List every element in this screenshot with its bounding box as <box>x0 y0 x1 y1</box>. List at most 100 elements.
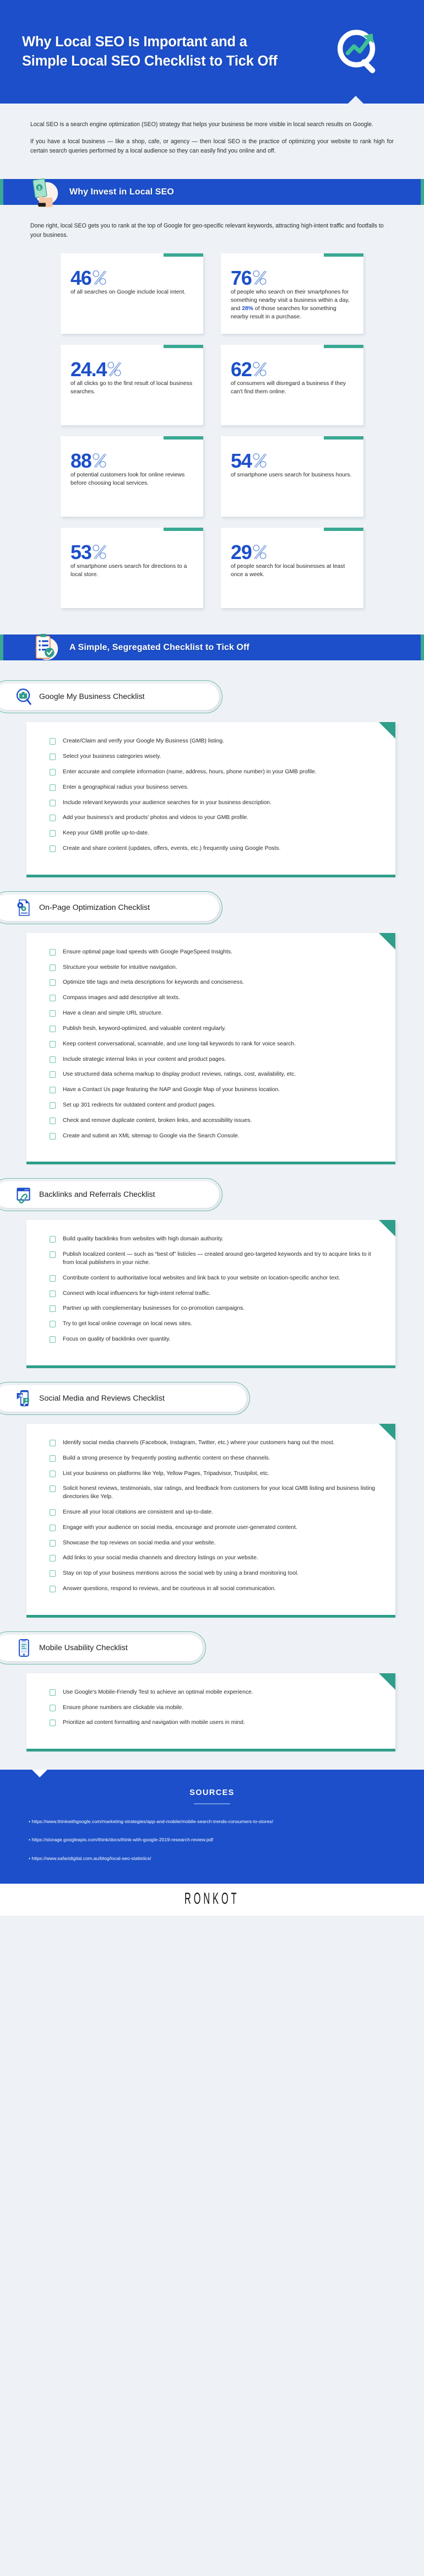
checkbox-icon[interactable] <box>50 1236 56 1243</box>
checklist-item[interactable]: Answer questions, respond to reviews, an… <box>50 1585 377 1593</box>
checkbox-icon[interactable] <box>50 979 56 986</box>
checklist-item[interactable]: Include relevant keywords your audience … <box>50 799 377 807</box>
checkbox-icon[interactable] <box>50 830 56 837</box>
checkbox-icon[interactable] <box>50 738 56 745</box>
checkbox-icon[interactable] <box>50 1570 56 1577</box>
checkbox-icon[interactable] <box>50 768 56 775</box>
checklist-item[interactable]: Structure your website for intuitive nav… <box>50 964 377 972</box>
card-fold-corner-icon <box>379 1220 395 1237</box>
checklist-item[interactable]: Build a strong presence by frequently po… <box>50 1455 377 1463</box>
checklist-item[interactable]: Enter accurate and complete information … <box>50 768 377 777</box>
ronkot-logo: RONKOT <box>184 1890 240 1908</box>
checklist-item[interactable]: Create and share content (updates, offer… <box>50 845 377 853</box>
checkbox-icon[interactable] <box>50 1455 56 1462</box>
source-link[interactable]: • https://storage.googleapis.com/think/d… <box>29 1837 395 1843</box>
checklist-item[interactable]: Create and submit an XML sitemap to Goog… <box>50 1132 377 1141</box>
checklist-item[interactable]: Contribute content to authoritative loca… <box>50 1275 377 1283</box>
checklist-item[interactable]: Include strategic internal links in your… <box>50 1056 377 1064</box>
checklist-item[interactable]: Keep your GMB profile up-to-date. <box>50 829 377 838</box>
stat-description: of potential customers look for online r… <box>70 472 185 487</box>
checkbox-icon[interactable] <box>50 964 56 971</box>
checklist-card: Ensure optimal page load speeds with Goo… <box>26 932 395 1165</box>
intro-paragraph-2: If you have a local business — like a sh… <box>30 138 394 155</box>
checklist-item[interactable]: Add your business's and products' photos… <box>50 814 377 822</box>
checkbox-icon[interactable] <box>50 845 56 853</box>
checkbox-icon[interactable] <box>50 1509 56 1516</box>
checkbox-icon[interactable] <box>50 784 56 791</box>
checkbox-icon[interactable] <box>50 1704 56 1711</box>
checklist-title: Google My Business Checklist <box>39 692 145 702</box>
checkbox-icon[interactable] <box>50 1056 56 1063</box>
checklist-item[interactable]: Use Google's Mobile-Friendly Test to ach… <box>50 1689 377 1697</box>
source-link[interactable]: • https://www.safaridigital.com.au/blog/… <box>29 1856 395 1862</box>
checklist-item[interactable]: Publish fresh, keyword-optimized, and va… <box>50 1025 377 1033</box>
checkbox-icon[interactable] <box>50 1321 56 1328</box>
checklist-item[interactable]: Solicit honest reviews, testimonials, st… <box>50 1485 377 1501</box>
checkbox-icon[interactable] <box>50 815 56 822</box>
checkbox-icon[interactable] <box>50 948 56 956</box>
checklist-item[interactable]: Publish localized content — such as “bes… <box>50 1251 377 1267</box>
stat-value: 76 <box>231 267 252 290</box>
checklist-item[interactable]: Ensure phone numbers are clickable via m… <box>50 1704 377 1712</box>
checkbox-icon[interactable] <box>50 1025 56 1032</box>
checklist-item[interactable]: Keep content conversational, scannable, … <box>50 1040 377 1049</box>
checkbox-icon[interactable] <box>50 1305 56 1313</box>
stat-value: 29 <box>231 541 252 564</box>
checklist-item[interactable]: Use structured data schema markup to dis… <box>50 1071 377 1079</box>
checkbox-icon[interactable] <box>50 1132 56 1140</box>
checkbox-icon[interactable] <box>50 1117 56 1124</box>
checkbox-icon[interactable] <box>50 995 56 1002</box>
checklist-item[interactable]: Connect with local influencers for high-… <box>50 1290 377 1298</box>
checklist-item[interactable]: Compass images and add descriptive alt t… <box>50 994 377 1002</box>
checklist-item[interactable]: Create/Claim and verify your Google My B… <box>50 737 377 746</box>
checklist-item[interactable]: Add links to your social media channels … <box>50 1554 377 1563</box>
checklist-item[interactable]: Showcase the top reviews on social media… <box>50 1539 377 1548</box>
checkbox-icon[interactable] <box>50 1524 56 1531</box>
checklist-item[interactable]: Check and remove duplicate content, brok… <box>50 1117 377 1125</box>
checkbox-icon[interactable] <box>50 753 56 761</box>
phone-social-icon <box>15 1389 32 1408</box>
checklist-item[interactable]: Engage with your audience on social medi… <box>50 1524 377 1532</box>
checklist-item[interactable]: Ensure all your local citations are cons… <box>50 1509 377 1517</box>
stat-value-group: 29 <box>231 541 354 564</box>
source-link[interactable]: • https://www.thinkwithgoogle.com/market… <box>29 1819 395 1825</box>
checklist-item-label: Compass images and add descriptive alt t… <box>63 995 180 1001</box>
checkbox-icon[interactable] <box>50 1087 56 1094</box>
checklist-item[interactable]: Partner up with complementary businesses… <box>50 1305 377 1313</box>
checkbox-icon[interactable] <box>50 1275 56 1282</box>
checklist-item[interactable]: Build quality backlinks from websites wi… <box>50 1235 377 1244</box>
checklist-item[interactable]: Ensure optimal page load speeds with Goo… <box>50 948 377 957</box>
checklist-item[interactable]: Prioritize ad content formatting and nav… <box>50 1719 377 1727</box>
checkbox-icon[interactable] <box>50 1336 56 1343</box>
checklist-item-label: Create and share content (updates, offer… <box>63 845 281 852</box>
checkbox-icon[interactable] <box>50 1555 56 1562</box>
checklist-item[interactable]: Set up 301 redirects for outdated conten… <box>50 1102 377 1110</box>
checkbox-icon[interactable] <box>50 1071 56 1078</box>
checklist-item[interactable]: Select your business categories wisely. <box>50 753 377 761</box>
checkbox-icon[interactable] <box>50 1720 56 1727</box>
checklist-item[interactable]: Enter a geographical radius your busines… <box>50 784 377 792</box>
checkbox-icon[interactable] <box>50 1251 56 1259</box>
checkbox-icon[interactable] <box>50 1040 56 1048</box>
checkbox-icon[interactable] <box>50 1586 56 1593</box>
checklist-section-bar: A Simple, Segregated Checklist to Tick O… <box>0 633 424 661</box>
checklist-item[interactable]: Stay on top of your business mentions ac… <box>50 1570 377 1578</box>
checklist-item-label: Solicit honest reviews, testimonials, st… <box>63 1485 376 1500</box>
checkbox-icon[interactable] <box>50 1290 56 1297</box>
checkbox-icon[interactable] <box>50 1485 56 1493</box>
checklist-item[interactable]: Identify social media channels (Facebook… <box>50 1439 377 1447</box>
checklist-item[interactable]: Optimize title tags and meta description… <box>50 979 377 987</box>
checklist-item[interactable]: Have a clean and simple URL structure. <box>50 1010 377 1018</box>
checkbox-icon[interactable] <box>50 1689 56 1696</box>
checklist-item[interactable]: Have a Contact Us page featuring the NAP… <box>50 1086 377 1094</box>
checkbox-icon[interactable] <box>50 1470 56 1477</box>
checklist-item[interactable]: Try to get local online coverage on loca… <box>50 1320 377 1328</box>
checklist-item-label: Include relevant keywords your audience … <box>63 799 271 806</box>
checklist-item[interactable]: List your business on platforms like Yel… <box>50 1470 377 1478</box>
checklist-item[interactable]: Focus on quality of backlinks over quant… <box>50 1336 377 1344</box>
checkbox-icon[interactable] <box>50 1539 56 1547</box>
checkbox-icon[interactable] <box>50 1439 56 1446</box>
checkbox-icon[interactable] <box>50 1010 56 1017</box>
checkbox-icon[interactable] <box>50 1102 56 1109</box>
checkbox-icon[interactable] <box>50 799 56 806</box>
